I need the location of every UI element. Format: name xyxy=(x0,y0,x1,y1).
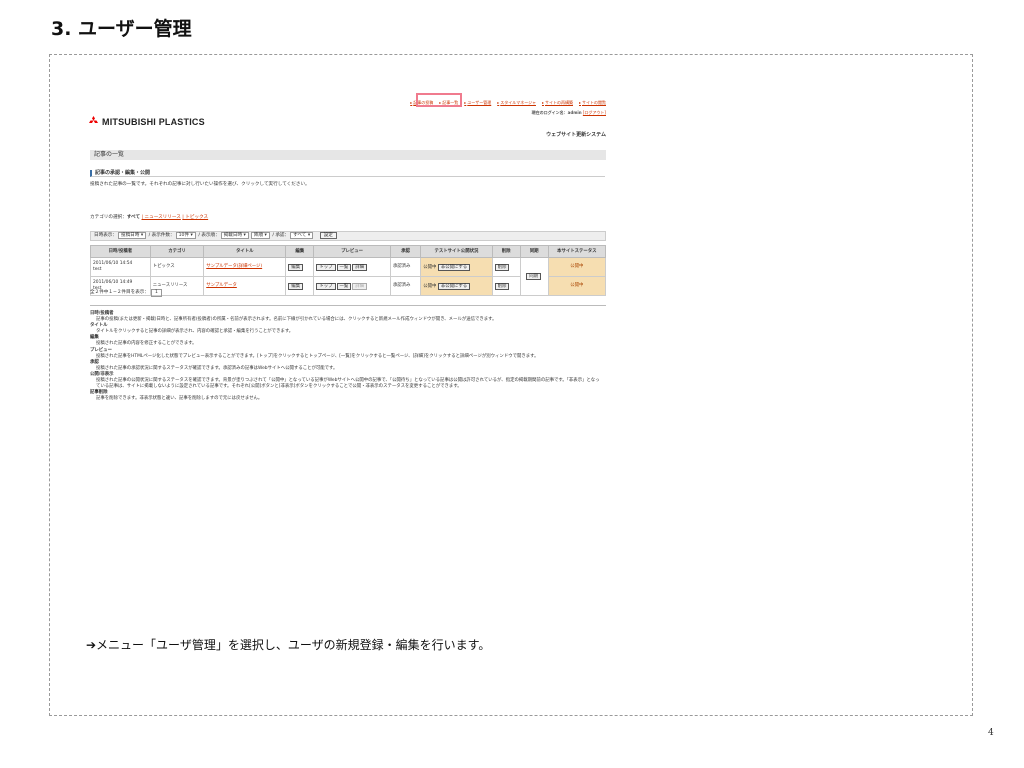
table-header: 日時/投稿者 カテゴリ タイトル 編集 プレビュー 承認 テストサイト公開状況 削除 同期 本サイ… xyxy=(90,245,607,258)
col-edit: 編集 xyxy=(285,245,315,258)
page-1-link[interactable]: 1 xyxy=(150,289,162,297)
make-private-button[interactable]: 非公開にする xyxy=(437,263,471,271)
set-button[interactable]: 設定 xyxy=(319,232,337,239)
date-select[interactable]: 投稿日時 ▾ xyxy=(117,232,147,239)
col-test-status: テストサイト公開状況 xyxy=(420,245,493,258)
count-select[interactable]: 10件 ▾ xyxy=(175,232,196,239)
category-topics[interactable]: | トピックス xyxy=(182,215,208,220)
col-category: カテゴリ xyxy=(149,245,205,258)
system-name: ウェブサイト更新システム xyxy=(546,132,606,138)
embedded-screenshot: MITSUBISHI PLASTICS 記事の投稿記事一覧ユーザー管理スタイルマ… xyxy=(84,93,607,468)
col-delete: 削除 xyxy=(491,245,521,258)
category-selector: カテゴリの選択：すべて | ニュースリリース | トピックス xyxy=(90,215,209,220)
caption: ➔メニュー「ユーザ管理」を選択し、ユーザの新規登録・編集を行います。 xyxy=(86,638,491,652)
preview-detail-button[interactable]: 詳細 xyxy=(352,263,368,271)
slide-title: 3. ユーザー管理 xyxy=(51,18,192,40)
page-number: 4 xyxy=(988,728,994,738)
delete-button[interactable]: 削除 xyxy=(494,282,510,290)
category-news[interactable]: | ニュースリリース xyxy=(142,215,181,220)
category-all[interactable]: すべて xyxy=(127,215,140,220)
nav-view-site[interactable]: サイトの閲覧 xyxy=(579,100,606,105)
edit-button[interactable]: 編集 xyxy=(288,282,304,290)
preview-top-button[interactable]: トップ xyxy=(316,282,336,290)
nav-rebuild-site[interactable]: サイトの再構築 xyxy=(542,100,573,105)
preview-list-button[interactable]: 一覧 xyxy=(336,282,352,290)
company-logo: MITSUBISHI PLASTICS xyxy=(88,116,205,127)
filter-bar: 日時表示： 投稿日時 ▾ / 表示件数： 10件 ▾ / 表示順： 掲載日時 ▾ 降順 … xyxy=(90,231,606,241)
col-sync: 同期 xyxy=(519,245,549,258)
result-count: 全２件中１−２件目を表示： 1 xyxy=(90,289,162,297)
login-info: 現在のログイン名：admin [ログアウト] xyxy=(531,110,606,115)
col-preview: プレビュー xyxy=(313,245,391,258)
diamond-logo-icon xyxy=(88,116,99,125)
logout-link[interactable]: [ログアウト] xyxy=(583,110,606,115)
article-title-link[interactable]: サンプルデータ(詳細ページ) xyxy=(206,264,262,269)
delete-button[interactable]: 削除 xyxy=(494,263,510,271)
user-management-highlight xyxy=(416,93,462,107)
help-text: 日時/投稿者 記事の投稿(または更新・掲載)日時と、記事所有者(投稿者)の所属・名… xyxy=(90,311,600,402)
col-approval: 承認 xyxy=(389,245,422,258)
col-date: 日時/投稿者 xyxy=(90,245,151,258)
article-table: 日時/投稿者 カテゴリ タイトル 編集 プレビュー 承認 テストサイト公開状況 削除 同期 本サイ… xyxy=(90,245,607,296)
make-private-button[interactable]: 非公開にする xyxy=(437,282,471,290)
section-title: 記事の一覧 xyxy=(90,150,606,160)
col-site-status: 本サイトステータス xyxy=(547,245,607,258)
preview-detail-button: 詳細 xyxy=(352,282,368,290)
preview-list-button[interactable]: 一覧 xyxy=(336,263,352,271)
nav-style-manager[interactable]: スタイルマネージャ xyxy=(497,100,536,105)
edit-button[interactable]: 編集 xyxy=(288,263,304,271)
article-title-link[interactable]: サンプルデータ xyxy=(206,283,237,288)
sync-button[interactable]: 同期 xyxy=(526,273,542,280)
divider xyxy=(90,305,606,306)
order-select[interactable]: 掲載日時 ▾ xyxy=(220,232,249,239)
sub-heading: 記事の承認・編集・公開 xyxy=(90,170,605,177)
description: 投稿された記事の一覧です。それぞれの記事に対し行いたい操作を選び、クリックして実… xyxy=(90,182,310,187)
approval-select[interactable]: すべて ▾ xyxy=(290,232,314,239)
table-row: 2011/06/10 14:54 test トピックス サンプルデータ(詳細ページ… xyxy=(90,257,607,296)
col-title: タイトル xyxy=(203,245,287,258)
preview-top-button[interactable]: トップ xyxy=(316,263,336,271)
nav-user-management[interactable]: ユーザー管理 xyxy=(464,100,491,105)
direction-select[interactable]: 降順 ▾ xyxy=(250,232,270,239)
